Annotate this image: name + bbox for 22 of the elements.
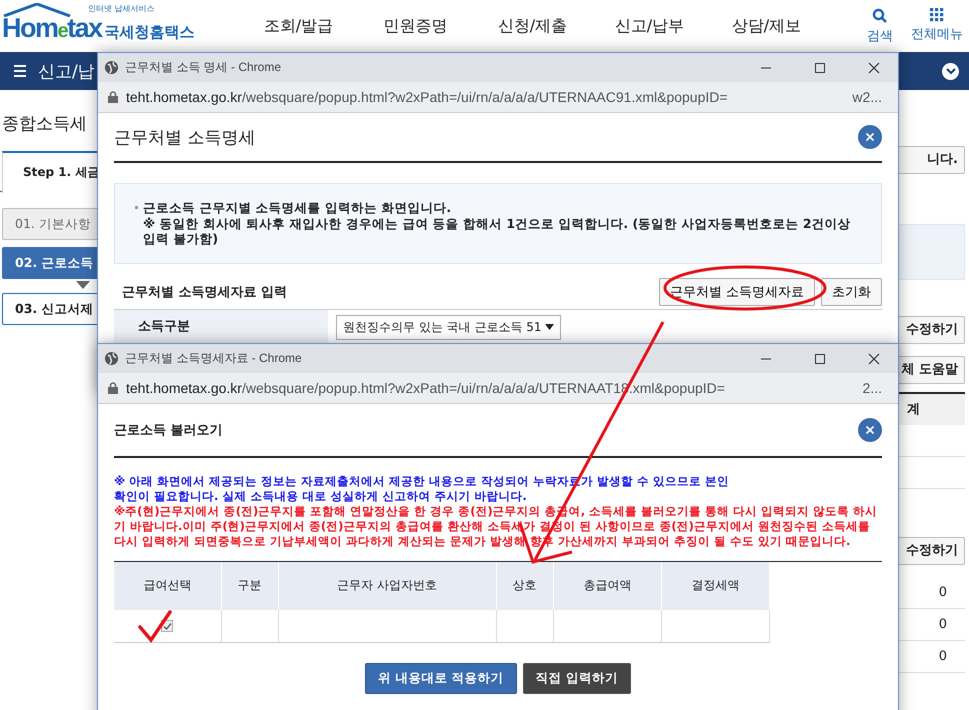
- table-header-cell: 급여선택: [114, 562, 221, 610]
- table-header-cell: 결정세액: [661, 562, 770, 610]
- menu-bar-title: 신고/납: [38, 60, 95, 82]
- popup-heading: 근무처별 소득명세: [114, 126, 256, 148]
- window-title: 근무처별 소득 명세 - Chrome: [125, 59, 282, 76]
- url-text: w2...: [852, 89, 883, 105]
- info-text: 근로소득 근무지별 소득명세를 입력하는 화면입니다.: [135, 200, 863, 216]
- logo-tagline: 인터넷 납세서비스: [88, 3, 155, 14]
- table-header-cell: 상호: [496, 562, 554, 610]
- table-header-cell: 총급여액: [553, 562, 662, 610]
- logo-text: Hometax: [2, 13, 102, 44]
- url-text: 2...: [862, 380, 883, 396]
- info-text: ※ 동일한 회사에 퇴사후 재입사한 경우에는 급여 등을 합해서 1건으로 입력합니다. (동일한 사업자등록번호로는 2건이상 입력 불가함): [142, 216, 852, 247]
- window-title: 근무처별 소득명세자료 - Chrome: [125, 350, 303, 367]
- popup-heading: 근로소득 불러오기: [114, 422, 223, 439]
- table-header-cell: 계: [897, 392, 965, 425]
- page-title: 종합소득세: [2, 113, 88, 135]
- table-header-cell: 구분: [221, 562, 278, 610]
- section-title: 근무처별 소득명세자료 입력: [121, 284, 288, 301]
- url-text: teht.hometax.go.kr/websquare/popup.html?w2xPath=/ui/rn/a/a/a/a/UTERNAAC91.xml&popupID=: [126, 89, 728, 105]
- table-header-cell: 근무자 사업자번호: [278, 562, 496, 610]
- logo-korean-text: 국세청홈택스: [104, 23, 195, 42]
